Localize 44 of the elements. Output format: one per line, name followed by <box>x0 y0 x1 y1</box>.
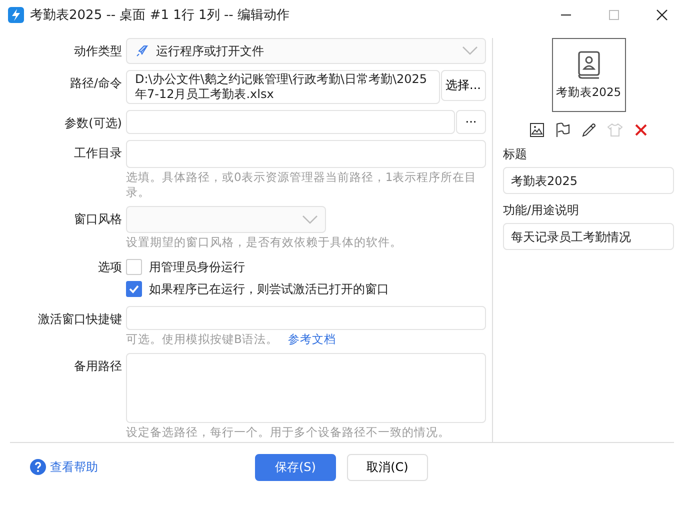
checkbox-label: 如果程序已在运行，则尝试激活已打开的窗口 <box>149 280 389 298</box>
help-link[interactable]: 查看帮助 <box>50 458 98 476</box>
field-label: 选项 <box>97 259 122 276</box>
hint-text: 设置期望的窗口风格，是否有效依赖于具体的软件。 <box>126 234 403 250</box>
title-label: 标题 <box>503 146 528 163</box>
description-label: 功能/用途说明 <box>503 202 580 219</box>
field-label: 参数(可选) <box>64 115 122 132</box>
hint-text: 选填。具体路径，或0表示资源管理器当前路径，1表示程序所在目录。 <box>126 169 478 200</box>
cancel-button[interactable]: 取消(C) <box>347 454 428 480</box>
app-logo-icon <box>8 7 24 23</box>
field-label: 工作目录 <box>73 145 122 162</box>
field-label: 动作类型 <box>73 43 122 60</box>
chevron-down-icon <box>462 46 478 56</box>
action-type-select[interactable]: 运行程序或打开文件 <box>126 38 486 64</box>
docs-link[interactable]: 参考文档 <box>288 330 336 347</box>
image-icon[interactable] <box>528 122 544 138</box>
help-icon[interactable] <box>30 459 46 475</box>
delete-icon[interactable] <box>632 122 648 138</box>
field-label: 备用路径 <box>73 358 122 375</box>
field-label: 激活窗口快捷键 <box>37 311 122 328</box>
checkmark-icon <box>128 283 140 295</box>
description-field[interactable]: 每天记录员工考勤情况 <box>503 223 674 250</box>
save-button[interactable]: 保存(S) <box>255 454 336 480</box>
field-label: 路径/命令 <box>68 75 122 92</box>
hint-text: 设定备选路径，每行一个。用于多个设备路径不一致的情况。 <box>126 424 451 440</box>
contact-book-icon <box>576 50 600 78</box>
chevron-down-icon <box>302 214 318 224</box>
checkbox-label: 用管理员身份运行 <box>149 258 245 276</box>
preview-label: 考勤表2025 <box>556 84 622 100</box>
params-field[interactable] <box>126 110 455 134</box>
browse-button[interactable]: 选择... <box>440 70 486 101</box>
hint-text: 可选。使用模拟按键B语法。 <box>126 331 278 347</box>
checkbox[interactable] <box>126 259 142 275</box>
more-button[interactable]: ··· <box>456 110 486 134</box>
title-field[interactable]: 考勤表2025 <box>503 167 674 194</box>
hotkey-field[interactable] <box>126 306 486 330</box>
path-field[interactable]: D:\办公文件\鹅之约记账管理\行政考勤\日常考勤\2025年7-12月员工考勤表.xlsx <box>126 70 440 104</box>
icon-preview[interactable]: 考勤表2025 <box>552 38 626 112</box>
flag-icon[interactable] <box>554 122 570 138</box>
workdir-field[interactable] <box>126 140 486 168</box>
field-label: 窗口风格 <box>73 211 122 228</box>
checkbox[interactable] <box>126 281 142 297</box>
close-icon[interactable] <box>656 9 668 21</box>
window-title: 考勤表2025 -- 桌面 #1 1行 1列 -- 编辑动作 <box>30 7 290 24</box>
